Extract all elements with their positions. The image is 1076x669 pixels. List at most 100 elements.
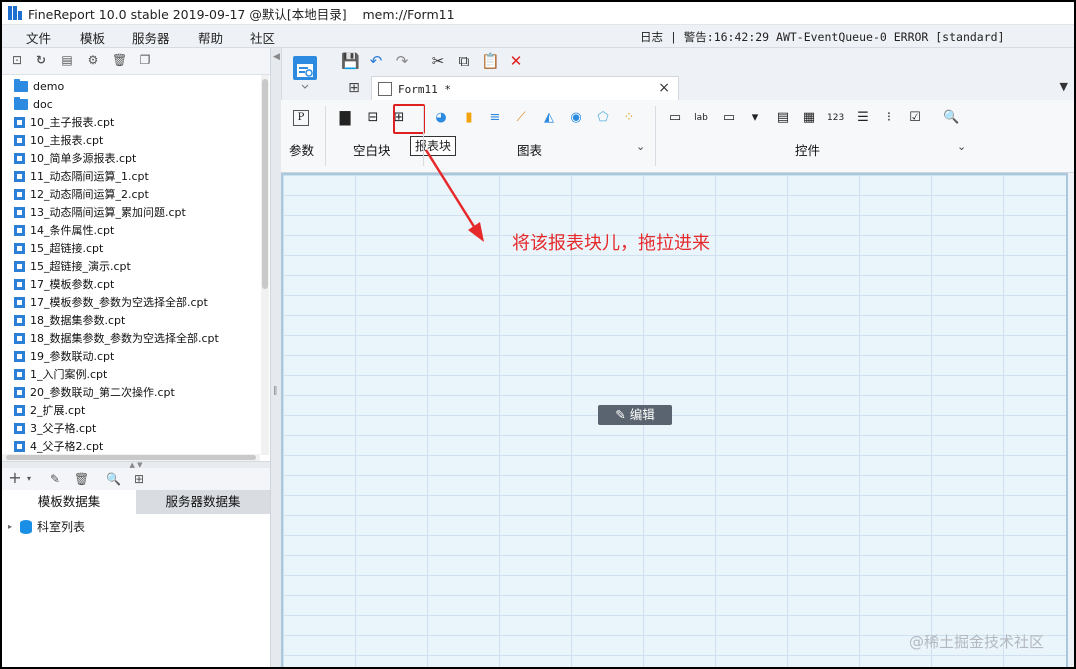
checkbox-group-icon[interactable]: ☑ bbox=[907, 110, 923, 126]
copy-icon[interactable]: ⧉ bbox=[455, 52, 473, 70]
absolute-block-icon[interactable]: ▇ bbox=[337, 110, 353, 126]
tree-folder[interactable]: doc bbox=[14, 95, 53, 113]
tree-file[interactable]: 2_扩展.cpt bbox=[14, 401, 85, 419]
form-canvas[interactable]: 将该报表块儿，拖拉进来 ✎ 编辑 @稀土掘金技术社区 bbox=[281, 173, 1068, 667]
tab-menu-icon[interactable]: ▼ bbox=[1060, 80, 1068, 93]
copy-icon[interactable]: ❐ bbox=[138, 53, 152, 67]
tree-file[interactable]: 20_参数联动_第二次操作.cpt bbox=[14, 383, 175, 401]
tree-file[interactable]: 10_主报表.cpt bbox=[14, 131, 103, 149]
tree-file[interactable]: 14_条件属性.cpt bbox=[14, 221, 114, 239]
line-chart-icon[interactable]: ⟋ bbox=[513, 110, 529, 126]
close-icon[interactable]: × bbox=[658, 80, 670, 96]
add-icon[interactable]: + bbox=[8, 470, 22, 486]
chart-chevron-down-icon[interactable]: ⌄ bbox=[636, 140, 645, 153]
radio-group-icon[interactable]: ⁝ bbox=[881, 110, 897, 126]
label-widget-icon[interactable]: lab bbox=[693, 110, 709, 126]
tree-item-label: 20_参数联动_第二次操作.cpt bbox=[30, 386, 175, 399]
drag-handle-icon[interactable]: ‖ bbox=[273, 386, 278, 396]
cut-icon[interactable]: ✂ bbox=[429, 52, 447, 70]
report-file-icon bbox=[14, 242, 25, 254]
tree-file[interactable]: 3_父子格.cpt bbox=[14, 419, 96, 437]
tree-file[interactable]: 17_模板参数_参数为空选择全部.cpt bbox=[14, 293, 208, 311]
tree-file[interactable]: 13_动态隔间运算_累加问题.cpt bbox=[14, 203, 186, 221]
edit-button-label: 编辑 bbox=[629, 407, 655, 422]
tree-horizontal-scrollbar[interactable] bbox=[2, 454, 260, 461]
preview-icon[interactable]: 🔍 bbox=[106, 472, 121, 486]
area-chart-icon[interactable]: ◭ bbox=[541, 110, 557, 126]
text-widget-icon[interactable]: ▭ bbox=[667, 110, 683, 126]
gauge-chart-icon[interactable]: ◉ bbox=[568, 110, 584, 126]
watermark: @稀土掘金技术社区 bbox=[909, 633, 1045, 651]
expand-arrow-icon[interactable]: ▸ bbox=[8, 522, 12, 531]
refresh-icon[interactable]: ↻ bbox=[34, 53, 48, 67]
tree-file[interactable]: 17_模板参数.cpt bbox=[14, 275, 114, 293]
tree-folder[interactable]: demo bbox=[14, 77, 64, 95]
form-template-icon[interactable] bbox=[292, 55, 318, 89]
tree-file[interactable]: 15_超链接_演示.cpt bbox=[14, 257, 131, 275]
tree-file[interactable]: 4_父子格2.cpt bbox=[14, 437, 103, 455]
number-widget-icon[interactable]: 123 bbox=[827, 110, 844, 126]
save-icon[interactable]: 💾 bbox=[341, 52, 360, 70]
grid-view-icon[interactable]: ⊞ bbox=[343, 78, 365, 98]
column-chart-icon[interactable]: ▮ bbox=[461, 110, 477, 126]
tree-item-label: 13_动态隔间运算_累加问题.cpt bbox=[30, 206, 186, 219]
template-info-icon[interactable]: ▤ bbox=[60, 53, 74, 67]
tab-form11[interactable]: Form11 * × bbox=[371, 76, 679, 101]
log-label: 日志 bbox=[640, 30, 663, 44]
delete-icon[interactable]: 🗑 bbox=[112, 53, 127, 67]
delete-icon[interactable]: ✕ bbox=[507, 52, 525, 70]
textarea-widget-icon[interactable]: ☰ bbox=[855, 110, 871, 126]
tree-file[interactable]: 19_参数联动.cpt bbox=[14, 347, 114, 365]
menu-template[interactable]: 模板 bbox=[80, 28, 105, 47]
radar-chart-icon[interactable]: ⬠ bbox=[595, 110, 611, 126]
tree-item-label: 15_超链接_演示.cpt bbox=[30, 260, 131, 273]
pie-chart-icon[interactable]: ◕ bbox=[433, 110, 449, 126]
collapse-arrow-icon[interactable]: ◀ bbox=[273, 52, 280, 62]
tab-block-icon[interactable]: ⊟ bbox=[365, 110, 381, 126]
window-title: FineReport 10.0 stable 2019-09-17 @默认[本地… bbox=[28, 6, 455, 22]
undo-icon[interactable]: ↶ bbox=[367, 52, 385, 70]
tree-file[interactable]: 18_数据集参数_参数为空选择全部.cpt bbox=[14, 329, 219, 347]
bar-chart-icon[interactable]: ≡ bbox=[487, 110, 503, 126]
tree-file[interactable]: 18_数据集参数.cpt bbox=[14, 311, 125, 329]
delete-dataset-icon[interactable]: 🗑 bbox=[74, 472, 89, 486]
menu-file[interactable]: 文件 bbox=[26, 28, 51, 47]
dataset-item[interactable]: ▸ 科室列表 bbox=[8, 518, 85, 535]
settings-icon[interactable]: ⚙ bbox=[86, 53, 100, 67]
tree-item-label: 19_参数联动.cpt bbox=[30, 350, 115, 363]
report-file-icon bbox=[14, 440, 25, 452]
menu-server[interactable]: 服务器 bbox=[132, 28, 170, 47]
redo-icon[interactable]: ↷ bbox=[393, 52, 411, 70]
widget-chevron-down-icon[interactable]: ⌄ bbox=[957, 140, 966, 153]
dataset-settings-icon[interactable]: ⊞ bbox=[132, 472, 146, 486]
tree-file[interactable]: 10_主子报表.cpt bbox=[14, 113, 114, 131]
edit-button[interactable]: ✎ 编辑 bbox=[598, 405, 672, 425]
tree-file[interactable]: 10_简单多源报表.cpt bbox=[14, 149, 136, 167]
list-widget-icon[interactable]: ▤ bbox=[775, 110, 791, 126]
report-file-icon bbox=[14, 224, 25, 236]
menu-community[interactable]: 社区 bbox=[250, 28, 275, 47]
edit-icon[interactable]: ✎ bbox=[48, 472, 62, 486]
tree-widget-icon[interactable]: 🔍 bbox=[943, 110, 959, 126]
scatter-chart-icon[interactable]: ⁘ bbox=[621, 110, 637, 126]
tree-file[interactable]: 12_动态隔间运算_2.cpt bbox=[14, 185, 149, 203]
combo-widget-icon[interactable]: ▾ bbox=[747, 110, 763, 126]
menu-help[interactable]: 帮助 bbox=[198, 28, 223, 47]
tab-server-dataset[interactable]: 服务器数据集 bbox=[136, 490, 270, 514]
tree-file[interactable]: 15_超链接.cpt bbox=[14, 239, 103, 257]
tree-vertical-scrollbar[interactable] bbox=[261, 75, 269, 455]
tree-item-label: 18_数据集参数_参数为空选择全部.cpt bbox=[30, 332, 219, 345]
date-widget-icon[interactable]: ▦ bbox=[801, 110, 817, 126]
button-widget-icon[interactable]: ▭ bbox=[721, 110, 737, 126]
tree-item-label: 17_模板参数_参数为空选择全部.cpt bbox=[30, 296, 208, 309]
form-icon bbox=[378, 82, 392, 96]
param-icon[interactable]: P bbox=[293, 110, 309, 126]
new-folder-icon[interactable]: ⊡ bbox=[10, 53, 24, 67]
chevron-down-icon[interactable]: ▾ bbox=[22, 472, 36, 486]
group-param-label: 参数 bbox=[289, 143, 315, 158]
tree-file[interactable]: 11_动态隔间运算_1.cpt bbox=[14, 167, 149, 185]
tab-template-dataset[interactable]: 模板数据集 bbox=[2, 490, 136, 514]
tree-file[interactable]: 1_入门案例.cpt bbox=[14, 365, 107, 383]
paste-icon[interactable]: 📋 bbox=[481, 52, 500, 70]
log-status[interactable]: 日志 | 警告:16:42:29 AWT-EventQueue-0 ERROR … bbox=[640, 29, 1005, 45]
